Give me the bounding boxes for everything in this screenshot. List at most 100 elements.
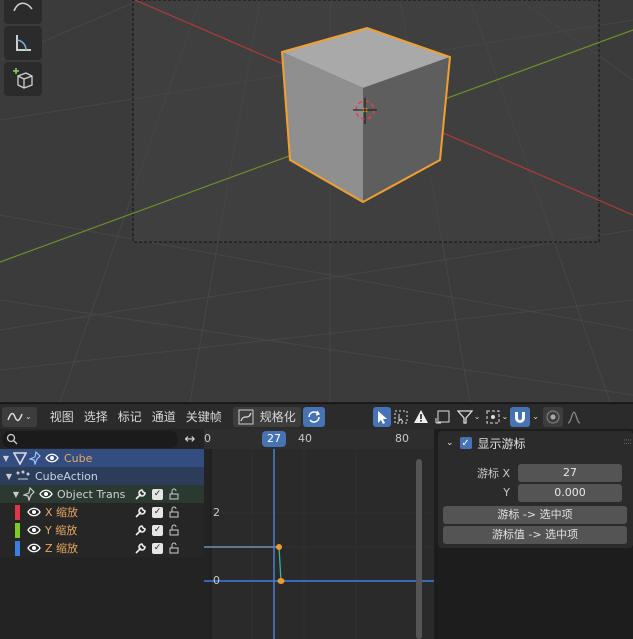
panel-header[interactable]: ⌄ ✓ 显示游标 :::: xyxy=(438,431,633,455)
cursor-to-selected-button[interactable]: 游标 -> 选中项 xyxy=(443,506,627,524)
fcurve-x-scale[interactable]: X 缩放 ✓ xyxy=(0,503,204,521)
timeline-tick: 40 xyxy=(298,432,312,445)
menu-marker[interactable]: 标记 xyxy=(113,407,147,427)
show-hidden-button[interactable] xyxy=(391,407,411,427)
pivot-dropdown[interactable]: ⌄ xyxy=(483,407,511,427)
only-selected-button[interactable] xyxy=(372,406,391,427)
pin-icon[interactable] xyxy=(22,486,38,502)
menu-key[interactable]: 关键帧 xyxy=(181,407,227,427)
mute-checkbox[interactable]: ✓ xyxy=(152,524,163,536)
unlock-icon[interactable] xyxy=(166,540,182,556)
chevron-down-icon[interactable]: ⌄ xyxy=(446,438,454,448)
channel-object-label: Cube xyxy=(64,451,93,465)
fcurve-color-swatch xyxy=(15,522,20,538)
warning-icon xyxy=(413,409,428,423)
eye-icon[interactable] xyxy=(26,522,42,538)
show-cursor-panel: ⌄ ✓ 显示游标 :::: 游标 X 27 Y 0.000 游标 -> 选中项 … xyxy=(438,431,633,548)
cursor-value-to-selected-button[interactable]: 游标值 -> 选中项 xyxy=(443,526,627,544)
y-axis-tick: 2 xyxy=(213,506,220,519)
mute-checkbox[interactable]: ✓ xyxy=(152,488,163,500)
dashed-select-icon xyxy=(394,410,408,423)
create-ghost-button[interactable] xyxy=(431,407,455,427)
cursor-arrow-icon xyxy=(377,410,387,424)
unlock-icon[interactable] xyxy=(166,504,182,520)
wrench-icon[interactable] xyxy=(133,504,149,520)
graph-area[interactable]: 0 40 80 27 2 0 xyxy=(204,429,434,639)
menu-channel[interactable]: 通道 xyxy=(147,407,181,427)
fcurve-color-swatch xyxy=(15,540,20,556)
only-errors-button[interactable] xyxy=(411,407,431,427)
proportional-edit-toggle[interactable] xyxy=(542,406,563,427)
mute-checkbox[interactable]: ✓ xyxy=(152,506,163,518)
toolbar xyxy=(4,0,42,96)
normalize-toggle[interactable]: 规格化 xyxy=(232,406,301,427)
graph-editor-header: ⌄ 视图 选择 标记 通道 关键帧 规格化 ⌄ ⌄ ⌄ xyxy=(0,403,633,429)
y-axis-tick: 0 xyxy=(213,574,220,587)
eye-icon[interactable] xyxy=(26,504,42,520)
channel-object-cube[interactable]: ▼ Cube xyxy=(0,449,204,467)
eye-icon[interactable] xyxy=(44,450,60,466)
graph-editor-icon xyxy=(7,412,23,421)
proportional-edit-icon xyxy=(546,410,560,423)
cursor-y-field[interactable]: 0.000 xyxy=(518,483,622,502)
fcurve-label: X 缩放 xyxy=(45,506,79,519)
channel-action[interactable]: ▼ CubeAction xyxy=(0,467,204,485)
blender-window: ⌄ 视图 选择 标记 通道 关键帧 规格化 ⌄ ⌄ ⌄ ↔ ▼ Cube ▼ C… xyxy=(0,0,633,639)
cursor-y-label: Y xyxy=(503,486,510,499)
normalize-icon xyxy=(238,409,254,424)
menu-select[interactable]: 选择 xyxy=(79,407,113,427)
falloff-dropdown[interactable] xyxy=(565,407,583,427)
wrench-icon[interactable] xyxy=(133,540,149,556)
channel-search-input[interactable] xyxy=(2,430,178,448)
channel-action-label: CubeAction xyxy=(35,469,98,483)
ghost-curve-icon xyxy=(435,410,450,423)
wrench-icon[interactable] xyxy=(133,486,149,502)
unlock-icon[interactable] xyxy=(166,486,182,502)
falloff-curve-icon xyxy=(567,410,581,424)
timeline-tick: 0 xyxy=(204,432,211,445)
pin-icon[interactable] xyxy=(28,450,44,466)
panel-title: 显示游标 xyxy=(477,436,526,451)
unlock-icon[interactable] xyxy=(166,522,182,538)
mute-checkbox[interactable]: ✓ xyxy=(152,542,163,554)
current-frame-indicator[interactable]: 27 xyxy=(262,432,286,445)
viewport-scene xyxy=(0,0,633,402)
channel-group-label: Object Trans xyxy=(57,487,126,501)
ruler-icon[interactable] xyxy=(4,26,42,60)
collapse-triangle-icon[interactable]: ▼ xyxy=(10,490,22,499)
fcurve-label: Y 缩放 xyxy=(45,524,78,537)
3d-viewport[interactable] xyxy=(0,0,633,402)
channel-group[interactable]: ▼ Object Trans ✓ xyxy=(0,485,204,503)
normalize-auto-button[interactable] xyxy=(302,406,325,427)
filter-dropdown[interactable]: ⌄ xyxy=(455,407,483,427)
editor-type-button[interactable]: ⌄ xyxy=(2,406,37,427)
cursor-x-field[interactable]: 27 xyxy=(518,463,622,482)
channel-list: ↔ ▼ Cube ▼ CubeAction ▼ Object Trans ✓ X… xyxy=(0,429,204,639)
fcurve-y-scale[interactable]: Y 缩放 ✓ xyxy=(0,521,204,539)
collapse-triangle-icon[interactable]: ▼ xyxy=(3,472,15,481)
fcurve-label: Z 缩放 xyxy=(45,542,79,555)
fcurve-color-swatch xyxy=(15,504,20,520)
normalize-label: 规格化 xyxy=(259,410,296,424)
drag-handle-icon[interactable]: :::: xyxy=(623,437,632,447)
eye-icon[interactable] xyxy=(38,486,54,502)
measure-icon[interactable] xyxy=(4,0,42,24)
graph-canvas xyxy=(204,429,434,639)
chevron-down-icon: ⌄ xyxy=(501,412,509,421)
eye-icon[interactable] xyxy=(26,540,42,556)
search-icon xyxy=(6,433,18,445)
timeline-tick: 80 xyxy=(395,432,409,445)
object-icon xyxy=(12,450,28,466)
cursor-x-label: 游标 X xyxy=(476,466,510,480)
swap-arrows-icon[interactable]: ↔ xyxy=(178,431,202,448)
add-cube-icon[interactable] xyxy=(4,62,42,96)
magnet-icon xyxy=(515,411,526,423)
sidebar-panel: ⌄ ✓ 显示游标 :::: 游标 X 27 Y 0.000 游标 -> 选中项 … xyxy=(434,429,633,639)
collapse-triangle-icon[interactable]: ▼ xyxy=(0,454,12,463)
fcurve-z-scale[interactable]: Z 缩放 ✓ xyxy=(0,539,204,557)
snap-toggle[interactable] xyxy=(510,406,531,427)
wrench-icon[interactable] xyxy=(133,522,149,538)
show-cursor-checkbox[interactable]: ✓ xyxy=(459,437,472,449)
menu-view[interactable]: 视图 xyxy=(45,407,79,427)
snap-dropdown[interactable]: ⌄ xyxy=(530,407,541,427)
